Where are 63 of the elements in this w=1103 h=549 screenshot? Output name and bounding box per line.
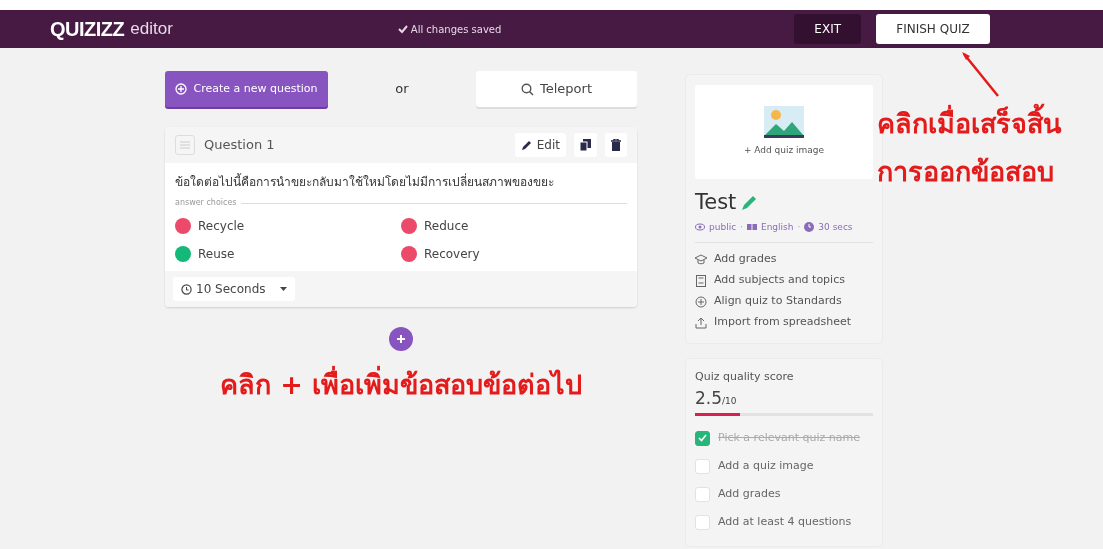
checklist-text: Pick a relevant quiz name [718,429,860,446]
eye-icon [695,222,705,233]
save-status: All changes saved [410,22,502,37]
meta-text: 30 secs [818,220,853,234]
app-name: editor [130,18,173,41]
pencil-icon [520,139,532,151]
copy-icon [580,139,591,151]
teleport-button[interactable]: Teleport [476,71,637,107]
choice-text: Reduce [424,218,469,235]
quiz-title: Test [695,189,737,216]
trash-icon [611,139,621,151]
check-icon [397,24,408,34]
quality-score: 2.5/10 [695,386,738,410]
finish-button[interactable]: FINISH QUIZ [876,14,990,44]
plus-icon [396,334,406,344]
check-icon [698,434,707,442]
checkbox[interactable] [695,430,710,446]
choice-text: Recycle [198,218,245,235]
create-question-button[interactable]: Create a new question [165,71,328,107]
separator-dot: · [740,220,743,234]
add-image-area[interactable]: + Add quiz image [695,85,873,179]
edit-button[interactable]: Edit [514,133,566,157]
arrow-line [960,52,1000,98]
choice-text: Reuse [198,246,235,263]
pencil-icon [741,194,758,211]
graduation-cap-icon [695,253,707,266]
checklist-text: Add a quiz image [718,457,814,474]
drag-handle[interactable] [175,135,195,155]
book-icon [695,274,707,287]
checklist-text: Add grades [718,485,781,502]
delete-button[interactable] [605,133,627,157]
plus-circle-icon [695,295,707,308]
checklist-text: Add at least 4 questions [718,513,852,530]
logo: QUIZIZZ [50,17,125,42]
annotation-text: คลิกเมื่อเสร็จสิ้น [877,100,1061,148]
timer-dropdown[interactable]: 10 Seconds [173,277,295,301]
meta-text: English [760,220,794,234]
clock-icon [804,222,815,233]
sidebar-link[interactable]: Import from spreadsheet [695,312,873,333]
question-title: Question 1 [204,136,275,155]
clock-icon [181,283,192,295]
caret-icon [279,287,287,291]
or-label: or [394,80,410,99]
image-icon [764,106,804,139]
sidebar-link[interactable]: Align quiz to Standards [695,291,873,312]
meta-text: public [709,220,737,234]
quality-label: Quiz quality score [695,369,795,385]
add-question-button[interactable] [389,327,413,351]
choices-label: answer choices [175,197,237,209]
question-text: ข้อใดต่อไปนี้คือการนำขยะกลับมาใช้ใหม่โดยไม่มีการเปลี่ยนสภาพของขยะ [175,173,555,191]
separator-dot: · [797,220,801,234]
duplicate-button[interactable] [574,133,597,157]
choice-text: Recovery [424,246,480,263]
annotation-text: คลิก + เพื่อเพิ่มข้อสอบข้อต่อไป [165,365,637,406]
add-image-label: + Add quiz image [743,144,825,158]
search-icon [521,82,534,96]
sidebar-link[interactable]: Add grades [695,249,873,270]
sidebar-link[interactable]: Add subjects and topics [695,270,873,291]
exit-button[interactable]: EXIT [794,14,861,44]
upload-icon [695,316,707,329]
plus-circle-icon [175,83,188,95]
language-icon [746,222,757,233]
annotation-text: การออกข้อสอบ [877,155,1055,189]
